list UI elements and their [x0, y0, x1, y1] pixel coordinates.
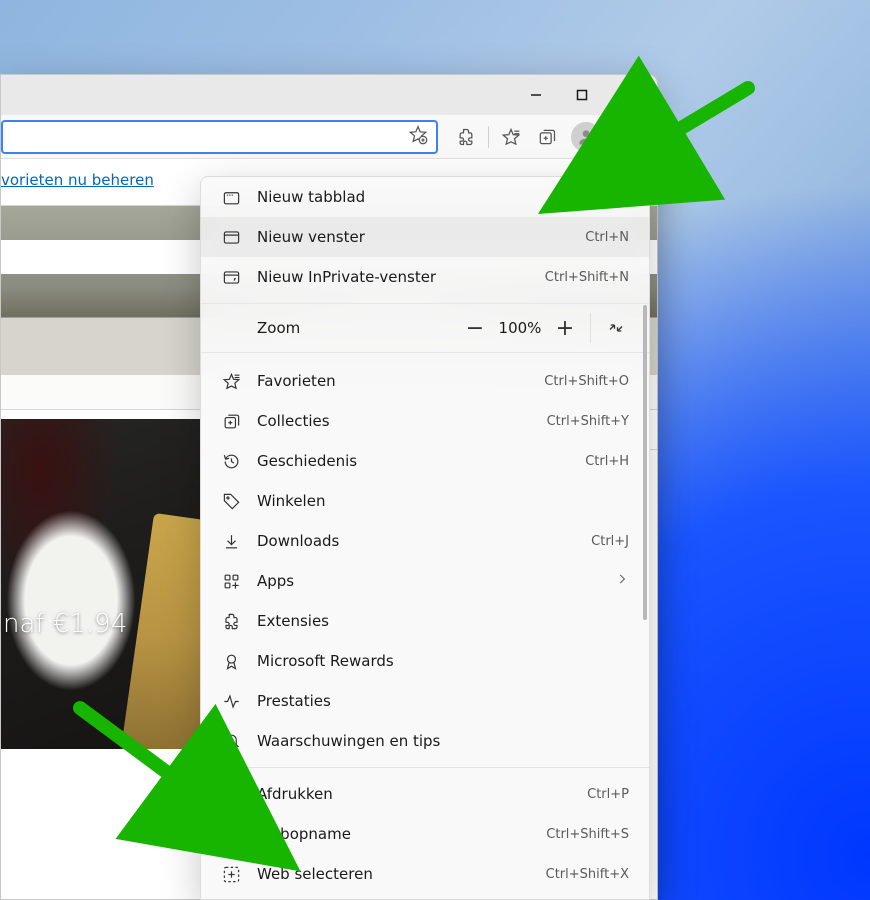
menu-shortcut: Ctrl+H — [585, 454, 629, 469]
menu-shortcut: Ctrl+J — [591, 534, 629, 549]
menu-item-performance[interactable]: Prestaties — [201, 681, 649, 721]
print-icon — [221, 784, 241, 804]
chevron-right-icon — [615, 572, 629, 590]
select-icon — [221, 864, 241, 884]
bell-icon — [221, 731, 241, 751]
browser-toolbar — [1, 115, 657, 159]
add-favorite-icon[interactable] — [408, 125, 428, 149]
menu-item-extensions[interactable]: Extensies — [201, 601, 649, 641]
favorites-icon[interactable] — [493, 119, 529, 155]
history-icon — [221, 451, 241, 471]
menu-shortcut: Ctrl+T — [587, 190, 629, 205]
zoom-out-button[interactable]: − — [456, 311, 494, 345]
menu-shortcut: Ctrl+Shift+Y — [547, 414, 629, 429]
menu-shortcut: Ctrl+N — [585, 230, 629, 245]
settings-and-more-button[interactable] — [607, 119, 647, 155]
price-tag-icon — [221, 491, 241, 511]
menu-item-apps[interactable]: Apps — [201, 561, 649, 601]
zoom-label: Zoom — [257, 319, 456, 337]
menu-label: Nieuw InPrivate-venster — [257, 268, 529, 286]
settings-and-more-menu: Nieuw tabblad Ctrl+T Nieuw venster Ctrl+… — [200, 176, 650, 900]
download-icon — [221, 531, 241, 551]
address-bar[interactable] — [1, 120, 438, 154]
menu-label: Collecties — [257, 412, 531, 430]
extension-icon — [221, 611, 241, 631]
close-button[interactable] — [605, 80, 651, 110]
menu-label: Favorieten — [257, 372, 528, 390]
menu-item-downloads[interactable]: Downloads Ctrl+J — [201, 521, 649, 561]
inprivate-icon — [221, 267, 241, 287]
toolbar-separator — [488, 126, 489, 148]
menu-item-web-select[interactable]: Web selecteren Ctrl+Shift+X — [201, 854, 649, 894]
menu-divider — [201, 767, 649, 768]
menu-label: Webopname — [257, 825, 530, 843]
menu-label: Waarschuwingen en tips — [257, 732, 629, 750]
menu-item-alerts[interactable]: Waarschuwingen en tips — [201, 721, 649, 761]
price-label: naf €1.94 — [1, 609, 127, 639]
minimize-button[interactable] — [513, 80, 559, 110]
menu-shortcut: Ctrl+Shift+O — [544, 374, 629, 389]
zoom-in-button[interactable]: + — [546, 311, 584, 345]
menu-label: Prestaties — [257, 692, 629, 710]
menu-scrollbar[interactable] — [643, 305, 647, 620]
zoom-level: 100% — [494, 319, 546, 337]
menu-item-new-inprivate[interactable]: Nieuw InPrivate-venster Ctrl+Shift+N — [201, 257, 649, 297]
menu-item-web-capture[interactable]: Webopname Ctrl+Shift+S — [201, 814, 649, 854]
fullscreen-button[interactable] — [597, 311, 635, 345]
menu-item-shopping[interactable]: Winkelen — [201, 481, 649, 521]
titlebar — [1, 75, 657, 115]
window-icon — [221, 227, 241, 247]
menu-shortcut: Ctrl+Shift+N — [545, 270, 629, 285]
menu-shortcut: Ctrl+Shift+S — [546, 827, 629, 842]
menu-shortcut: Ctrl+Shift+X — [546, 867, 629, 882]
menu-shortcut: Ctrl+P — [587, 787, 629, 802]
menu-label: Microsoft Rewards — [257, 652, 629, 670]
menu-item-new-tab[interactable]: Nieuw tabblad Ctrl+T — [201, 177, 649, 217]
menu-item-collections[interactable]: Collecties Ctrl+Shift+Y — [201, 401, 649, 441]
menu-label: Apps — [257, 572, 599, 590]
zoom-row: Zoom − 100% + — [201, 303, 649, 353]
menu-item-print[interactable]: Afdrukken Ctrl+P — [201, 774, 649, 814]
menu-item-history[interactable]: Geschiedenis Ctrl+H — [201, 441, 649, 481]
star-icon — [221, 371, 241, 391]
menu-label: Web selecteren — [257, 865, 530, 883]
content-tile[interactable]: naf €1.94 — [1, 419, 201, 749]
collections-icon — [221, 411, 241, 431]
menu-item-rewards[interactable]: Microsoft Rewards — [201, 641, 649, 681]
menu-label: Winkelen — [257, 492, 629, 510]
menu-item-new-window[interactable]: Nieuw venster Ctrl+N — [201, 217, 649, 257]
rewards-icon — [221, 651, 241, 671]
menu-label: Nieuw venster — [257, 228, 569, 246]
maximize-button[interactable] — [559, 80, 605, 110]
menu-item-favorites[interactable]: Favorieten Ctrl+Shift+O — [201, 361, 649, 401]
capture-icon — [221, 824, 241, 844]
tab-icon — [221, 187, 241, 207]
menu-label: Geschiedenis — [257, 452, 569, 470]
menu-label: Downloads — [257, 532, 575, 550]
apps-icon — [221, 571, 241, 591]
menu-label: Nieuw tabblad — [257, 188, 571, 206]
menu-label: Afdrukken — [257, 785, 571, 803]
collections-icon[interactable] — [529, 119, 565, 155]
menu-label: Extensies — [257, 612, 629, 630]
extensions-icon[interactable] — [448, 119, 484, 155]
performance-icon — [221, 691, 241, 711]
profile-avatar[interactable] — [571, 122, 601, 152]
